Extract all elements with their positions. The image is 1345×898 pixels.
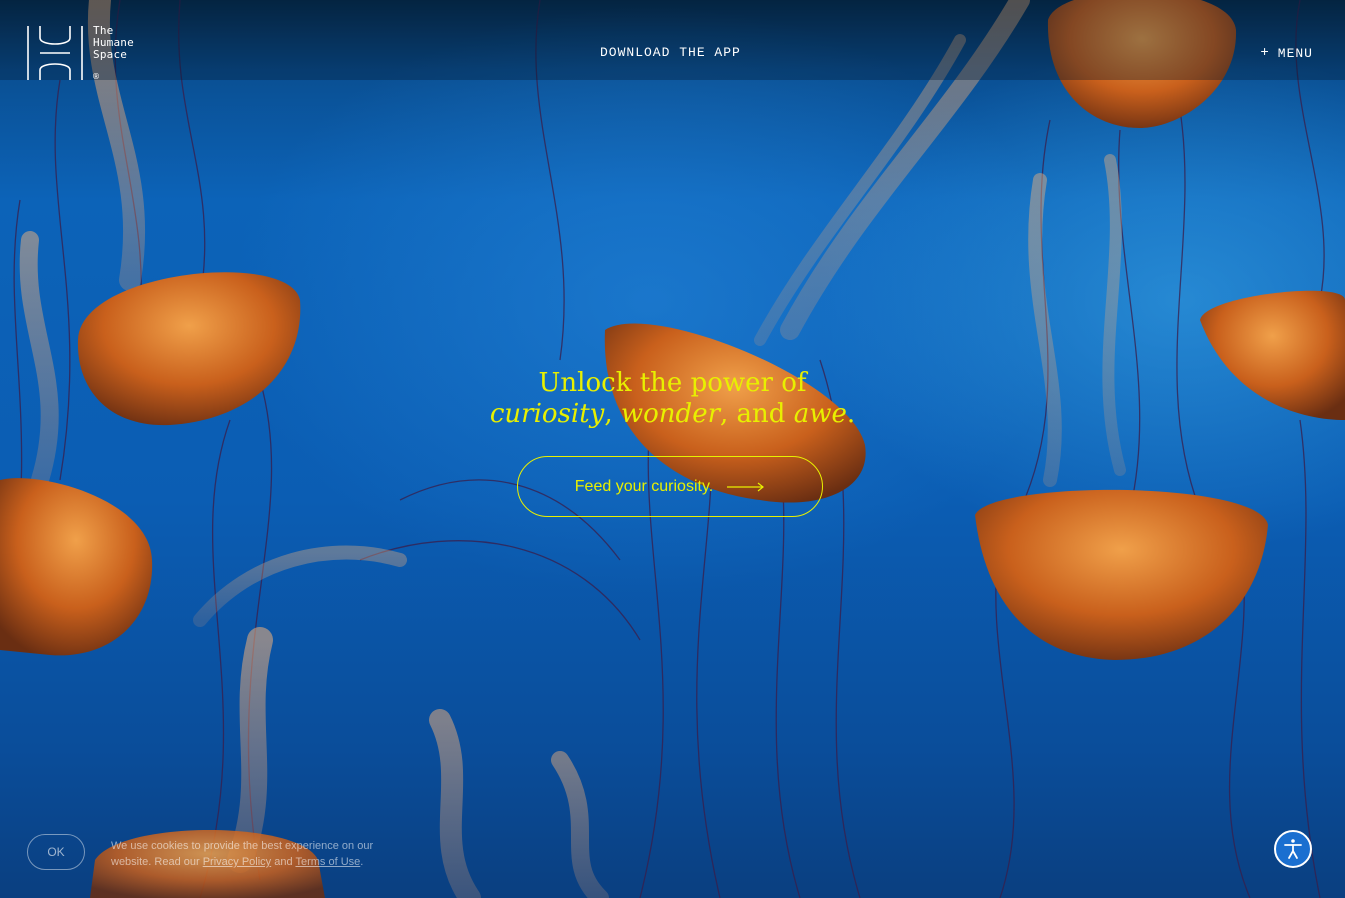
site-logo[interactable]: The Humane Space ® [26,24,134,82]
hero-end: . [846,399,856,429]
accessibility-button[interactable] [1274,830,1312,868]
cta-label: Feed your curiosity. [574,477,714,495]
registered-mark: ® [92,72,100,81]
cookie-ok-button[interactable]: OK [27,834,85,870]
brand-name-line-3: Space [93,48,128,61]
menu-button[interactable]: + MENU [1260,45,1313,61]
arrow-right-icon [727,482,765,491]
download-app-link[interactable]: DOWNLOAD THE APP [600,45,741,60]
feed-curiosity-button[interactable]: Feed your curiosity. [517,456,823,517]
cookie-notice: We use cookies to provide the best exper… [111,838,411,870]
hero-headline: Unlock the power of curiosity, wonder, a… [0,368,1345,430]
hero-word-curiosity: curiosity [489,399,605,429]
humane-space-logo-icon [27,26,83,80]
cookie-and: and [271,856,296,868]
cookie-text-after: . [360,856,364,868]
accessibility-icon [1284,839,1302,859]
brand-name: The Humane Space [93,25,134,61]
jellyfish-bells [0,0,1345,898]
hero-line-2: curiosity, wonder, and awe. [0,399,1345,430]
hero-word-wonder: wonder [620,399,721,429]
hero-word-awe: awe [793,399,847,429]
jellyfish-scene [0,0,1345,898]
terms-of-use-link[interactable]: Terms of Use [295,856,360,868]
privacy-policy-link[interactable]: Privacy Policy [203,856,271,868]
hero-line-1: Unlock the power of [538,368,807,398]
menu-label: MENU [1277,45,1313,61]
background-jellyfish-image [0,0,1345,898]
hero-sep-1: , [604,399,621,429]
plus-icon: + [1260,45,1270,61]
hero-sep-2: , and [720,399,794,429]
